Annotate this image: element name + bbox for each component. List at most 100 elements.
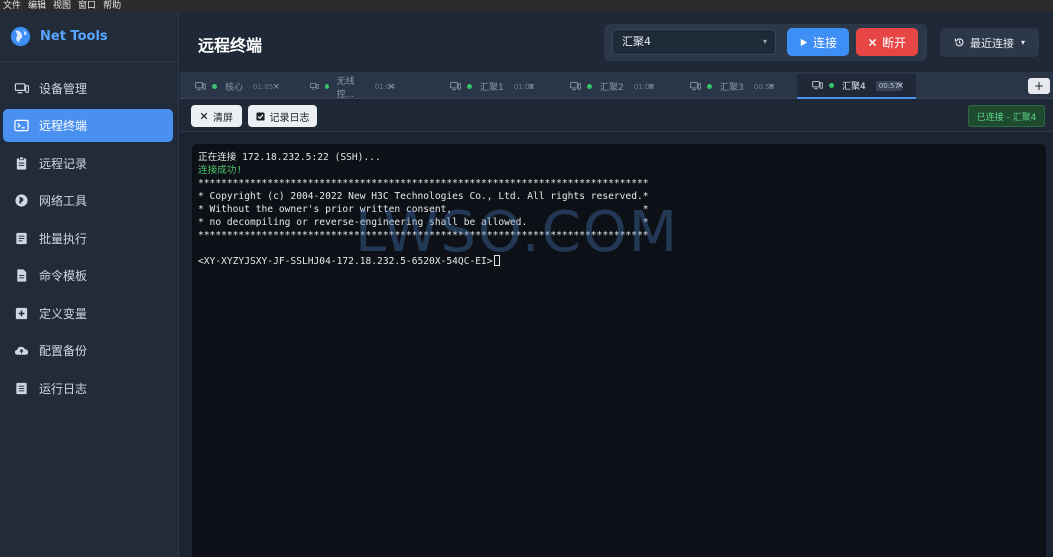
app-name: Net Tools <box>40 29 108 44</box>
sidebar: Net Tools 设备管理 远程终端 远程记录 网络工具 批量执行 命令模板 … <box>0 12 179 557</box>
terminal-line: 正在连接 172.18.232.5:22 (SSH)... <box>198 152 381 163</box>
tab-core[interactable]: 核心 01:05 × <box>180 74 292 99</box>
sidebar-item-run-logs[interactable]: 运行日志 <box>3 372 173 405</box>
monitor-icon <box>195 82 206 91</box>
sidebar-item-batch-execute[interactable]: 批量执行 <box>3 222 173 255</box>
host-select[interactable]: 汇聚4 ▾ <box>612 29 776 55</box>
disconnect-button[interactable]: 断开 <box>856 28 918 56</box>
terminal-output[interactable]: 正在连接 172.18.232.5:22 (SSH)... 连接成功! ****… <box>192 144 1046 557</box>
tab-agg4[interactable]: 汇聚4 00:57 × <box>797 74 916 99</box>
sidebar-item-label: 远程终端 <box>39 119 88 133</box>
connection-controls: 汇聚4 ▾ 连接 断开 <box>604 24 927 61</box>
close-icon <box>868 38 877 47</box>
close-icon <box>200 112 208 120</box>
sidebar-item-label: 定义变量 <box>39 307 88 321</box>
clear-screen-label: 清屏 <box>213 112 233 124</box>
globe-logo-icon <box>10 26 31 47</box>
record-log-label: 记录日志 <box>269 112 310 124</box>
tab-label: 核心 <box>225 83 244 93</box>
record-log-toggle[interactable]: 记录日志 <box>248 105 317 127</box>
sidebar-item-network-tools[interactable]: 网络工具 <box>3 184 173 217</box>
tab-agg1[interactable]: 汇聚1 01:02 × <box>435 74 547 99</box>
sidebar-item-command-templates[interactable]: 命令模板 <box>3 259 173 292</box>
monitor-icon <box>310 82 319 90</box>
close-icon[interactable]: × <box>896 81 904 91</box>
tab-agg2[interactable]: 汇聚2 01:00 × <box>555 74 667 99</box>
sidebar-item-label: 运行日志 <box>39 382 88 396</box>
connect-label: 连接 <box>812 35 837 50</box>
status-dot <box>829 83 834 88</box>
connection-status-badge: 已连接 - 汇聚4 <box>968 105 1045 127</box>
menu-window[interactable]: 窗口 <box>75 0 100 12</box>
status-dot <box>212 84 217 89</box>
menu-view[interactable]: 视图 <box>50 0 75 12</box>
terminal-line: ****************************************… <box>198 178 649 189</box>
recent-connections-button[interactable]: 最近连接 ▾ <box>940 28 1039 57</box>
terminal-cursor <box>493 255 500 266</box>
menu-file[interactable]: 文件 <box>0 0 25 12</box>
menu-help[interactable]: 帮助 <box>100 0 125 12</box>
cloud-upload-icon <box>13 343 29 359</box>
monitor-icon <box>13 81 29 97</box>
checkbox-checked-icon <box>255 111 265 121</box>
menu-edit[interactable]: 编辑 <box>25 0 50 12</box>
connect-button[interactable]: 连接 <box>787 28 849 56</box>
brand: Net Tools <box>0 12 178 62</box>
monitor-icon <box>812 81 823 90</box>
tab-label: 无线控... <box>336 76 355 100</box>
monitor-icon <box>450 82 461 91</box>
sidebar-item-define-variables[interactable]: 定义变量 <box>3 297 173 330</box>
terminal-line: * Copyright (c) 2004-2022 New H3C Techno… <box>198 191 649 202</box>
sidebar-item-remote-terminal[interactable]: 远程终端 <box>3 109 173 142</box>
list-icon <box>13 231 29 247</box>
monitor-icon <box>690 82 701 91</box>
terminal-icon <box>13 118 29 134</box>
terminal-prompt: <XY-XYZYJSXY-JF-SSLHJ04-172.18.232.5-652… <box>198 256 493 267</box>
monitor-icon <box>570 82 581 91</box>
session-tabs: 核心 01:05 × 无线控... 01:04 × 汇聚1 01:02 × 汇聚… <box>180 72 1053 100</box>
sidebar-item-label: 配置备份 <box>39 344 88 358</box>
status-dot <box>467 84 472 89</box>
terminal-line: * Without the owner's prior written cons… <box>198 204 649 215</box>
tab-agg3[interactable]: 汇聚3 00:59 × <box>675 74 787 99</box>
add-tab-button[interactable]: + <box>1028 78 1050 94</box>
disconnect-label: 断开 <box>881 35 906 50</box>
sidebar-item-label: 远程记录 <box>39 157 88 171</box>
file-icon <box>13 268 29 284</box>
terminal-prompt-line: <XY-XYZYJSXY-JF-SSLHJ04-172.18.232.5-652… <box>198 255 1040 268</box>
sidebar-item-remote-records[interactable]: 远程记录 <box>3 147 173 180</box>
close-icon[interactable]: × <box>387 82 395 92</box>
sidebar-item-label: 网络工具 <box>39 194 88 208</box>
play-icon <box>799 38 808 47</box>
header: 远程终端 汇聚4 ▾ 连接 断开 最近连接 ▾ <box>180 12 1053 72</box>
chevron-down-icon: ▾ <box>762 37 767 46</box>
sidebar-item-device-management[interactable]: 设备管理 <box>3 72 173 105</box>
log-icon <box>13 381 29 397</box>
status-dot <box>707 84 712 89</box>
globe-icon <box>13 193 29 209</box>
terminal-line: ****************************************… <box>198 230 649 241</box>
status-dot <box>324 84 329 89</box>
status-dot <box>587 84 592 89</box>
close-icon[interactable]: × <box>767 82 775 92</box>
close-icon[interactable]: × <box>647 82 655 92</box>
tab-wireless[interactable]: 无线控... 01:04 × <box>295 74 407 100</box>
chevron-down-icon: ▾ <box>1020 38 1025 47</box>
recent-connections-label: 最近连接 <box>969 36 1014 50</box>
tab-label: 汇聚2 <box>600 83 624 93</box>
host-select-value: 汇聚4 <box>622 35 651 48</box>
plus-square-icon <box>13 306 29 322</box>
terminal-line: * no decompiling or reverse-engineering … <box>198 217 649 228</box>
close-icon[interactable]: × <box>272 82 280 92</box>
plus-icon: + <box>1033 79 1045 93</box>
tab-time: 01:05 <box>253 82 274 91</box>
sidebar-item-config-backup[interactable]: 配置备份 <box>3 334 173 367</box>
close-icon[interactable]: × <box>527 82 535 92</box>
terminal-line: 连接成功! <box>198 165 243 176</box>
clear-screen-button[interactable]: 清屏 <box>191 105 242 127</box>
terminal-toolbar: 清屏 记录日志 已连接 - 汇聚4 <box>180 100 1053 132</box>
history-icon <box>954 37 965 48</box>
page-title: 远程终端 <box>198 36 263 55</box>
sidebar-item-label: 批量执行 <box>39 232 88 246</box>
